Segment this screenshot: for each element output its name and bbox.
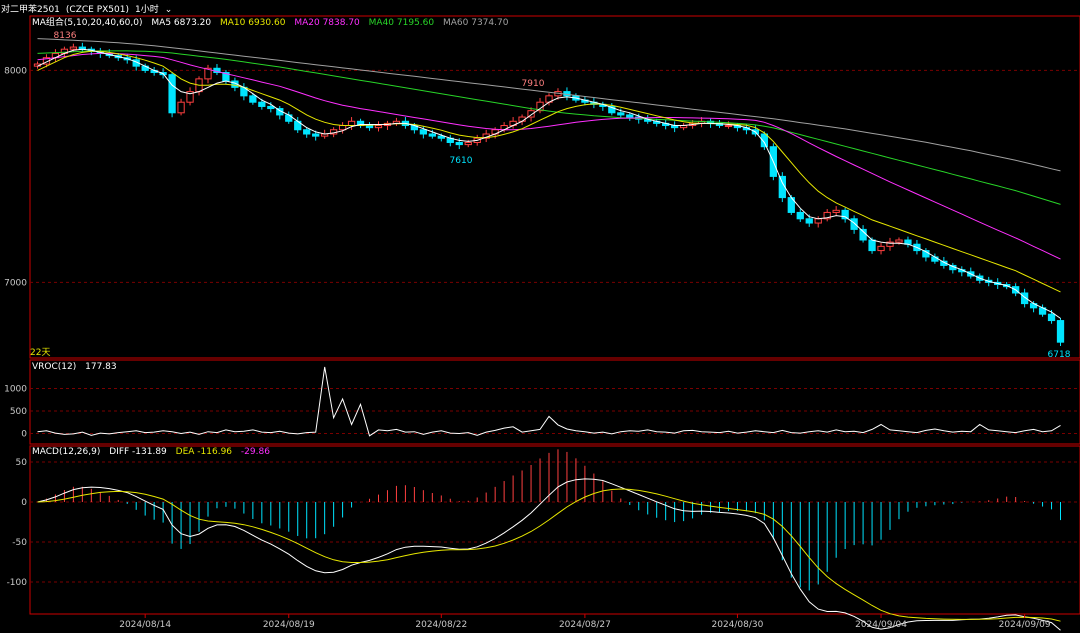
price-tick-label: 8000: [4, 66, 27, 76]
date-tick-label: 2024/08/27: [559, 620, 611, 630]
macd-dea-line: [37, 488, 1061, 622]
last-price-label: 6718: [1048, 350, 1071, 360]
date-tick-label: 2024/08/30: [712, 620, 764, 630]
macd-tick-label: -50: [12, 538, 27, 548]
candle-body: [365, 125, 374, 129]
candle-body: [1056, 320, 1065, 343]
candle-body: [850, 218, 858, 230]
candle-body: [868, 239, 876, 252]
candle-body: [895, 239, 903, 243]
price-tick-label: 7000: [4, 278, 27, 288]
candle-body: [419, 129, 428, 135]
high-label-1: 8136: [54, 31, 77, 41]
candle-body: [841, 209, 849, 220]
vroc-tick-label: 0: [21, 430, 27, 440]
candle-body: [931, 256, 939, 262]
date-tick-label: 2024/08/19: [263, 620, 315, 630]
candle-body: [312, 133, 320, 137]
date-tick-label: 2024/09/04: [855, 620, 907, 630]
candle-body: [805, 218, 813, 224]
candle-body: [832, 209, 840, 213]
date-tick-label: 2024/08/14: [119, 620, 171, 630]
high-label-2: 7910: [522, 79, 545, 89]
date-tick-label: 2024/09/09: [999, 620, 1051, 630]
candle-body: [69, 46, 78, 50]
ma40-line: [37, 50, 1061, 205]
candle-body: [464, 141, 472, 146]
date-tick-label: 2024/08/22: [415, 620, 467, 630]
candle-body: [338, 125, 347, 131]
candle-body: [724, 125, 733, 128]
candle-body: [374, 125, 383, 129]
ma5-line: [37, 48, 1061, 319]
low-label-1: 7610: [450, 156, 473, 166]
candle-body: [1047, 313, 1056, 322]
vroc-tick-label: 500: [10, 407, 27, 417]
macd-tick-label: 50: [16, 458, 28, 468]
candle-body: [267, 105, 275, 110]
price-chart[interactable]: 8000700010005000500-50-10081367910761067…: [0, 0, 1080, 633]
candle-body: [617, 112, 625, 116]
candle-body: [437, 135, 445, 139]
panel-frame-2: [29, 445, 1080, 615]
panel-frame-0: [29, 15, 1080, 359]
candle-body: [877, 245, 885, 252]
candle-body: [814, 218, 822, 224]
bar-count-label: 22天: [30, 348, 50, 358]
candle-body: [177, 101, 185, 114]
candle-body: [428, 133, 436, 137]
ma20-line: [37, 52, 1061, 260]
candle-body: [303, 129, 311, 135]
candle-body: [258, 101, 266, 107]
ma10-line: [37, 50, 1061, 293]
vroc-line: [37, 366, 1061, 437]
candle-body: [626, 114, 634, 118]
macd-tick-label: 0: [21, 498, 27, 508]
candle-body: [347, 120, 356, 127]
macd-tick-label: -100: [7, 578, 28, 588]
candle-body: [455, 141, 463, 146]
candle-body: [168, 74, 176, 114]
vroc-tick-label: 1000: [4, 385, 27, 395]
candle-body: [249, 95, 257, 103]
candle-body: [796, 211, 804, 220]
